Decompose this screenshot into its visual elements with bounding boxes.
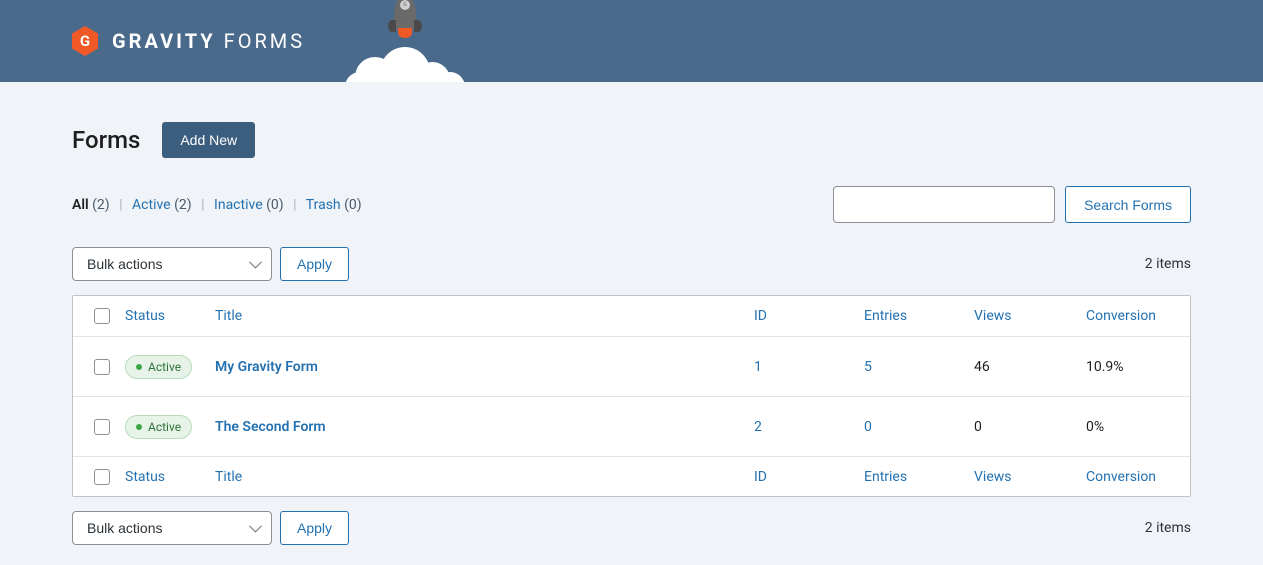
row-checkbox[interactable] — [94, 359, 110, 375]
apply-button-bottom[interactable]: Apply — [280, 511, 349, 545]
row-title[interactable]: My Gravity Form — [209, 359, 748, 375]
header-checkbox-cell — [85, 308, 119, 324]
row-entries[interactable]: 0 — [858, 419, 968, 435]
table-row: Active The Second Form 2 0 0 0% — [73, 396, 1190, 456]
add-new-button[interactable]: Add New — [162, 122, 255, 158]
select-all-checkbox[interactable] — [94, 308, 110, 324]
search-input[interactable] — [833, 186, 1055, 223]
header-conversion[interactable]: Conversion — [1080, 308, 1178, 324]
footer-id[interactable]: ID — [748, 469, 858, 485]
select-all-checkbox-footer[interactable] — [94, 469, 110, 485]
row-title[interactable]: The Second Form — [209, 419, 748, 435]
brand-logo-letter: G — [80, 32, 90, 50]
row-conversion: 10.9% — [1080, 359, 1178, 375]
search-button[interactable]: Search Forms — [1065, 186, 1191, 223]
brand: G GRAVITY FORMS — [72, 26, 305, 56]
bulk-group: Bulk actions Apply — [72, 247, 349, 281]
bulk-actions-select[interactable]: Bulk actions — [72, 247, 272, 281]
row-views: 0 — [968, 419, 1080, 435]
brand-text-light: FORMS — [216, 29, 305, 53]
table-row: Active My Gravity Form 1 5 46 10.9% — [73, 336, 1190, 396]
status-label: Active — [148, 360, 181, 374]
row-checkbox-cell — [85, 359, 119, 375]
header-title[interactable]: Title — [209, 308, 748, 324]
status-dot-icon — [136, 364, 142, 370]
filter-row: All (2) | Active (2) | Inactive (0) | Tr… — [72, 186, 1191, 223]
row-entries[interactable]: 5 — [858, 359, 968, 375]
content-area: Forms Add New All (2) | Active (2) | Ina… — [0, 82, 1263, 565]
row-checkbox-cell — [85, 419, 119, 435]
footer-checkbox-cell — [85, 469, 119, 485]
filter-tabs: All (2) | Active (2) | Inactive (0) | Tr… — [72, 197, 362, 213]
row-id[interactable]: 1 — [748, 359, 858, 375]
cloud-icon — [345, 47, 465, 82]
row-status-cell: Active — [119, 355, 209, 379]
tab-inactive[interactable]: Inactive (0) — [214, 197, 284, 213]
footer-title[interactable]: Title — [209, 469, 748, 485]
bulk-select-wrap: Bulk actions — [72, 511, 272, 545]
row-id[interactable]: 2 — [748, 419, 858, 435]
row-status-cell: Active — [119, 415, 209, 439]
status-badge[interactable]: Active — [125, 355, 192, 379]
banner-header: G GRAVITY FORMS G — [0, 0, 1263, 82]
forms-table: Status Title ID Entries Views Conversion… — [72, 295, 1191, 497]
status-dot-icon — [136, 424, 142, 430]
tab-active[interactable]: Active (2) — [132, 197, 192, 213]
table-footer-row: Status Title ID Entries Views Conversion — [73, 456, 1190, 496]
row-views: 46 — [968, 359, 1080, 375]
row-conversion: 0% — [1080, 419, 1178, 435]
brand-logo-icon: G — [72, 26, 98, 56]
footer-views[interactable]: Views — [968, 469, 1080, 485]
bulk-actions-select-bottom[interactable]: Bulk actions — [72, 511, 272, 545]
brand-text-bold: GRAVITY — [112, 29, 216, 53]
tab-separator: | — [201, 197, 204, 213]
rocket-icon: G — [390, 0, 420, 44]
items-count: 2 items — [1145, 256, 1191, 272]
items-count-bottom: 2 items — [1145, 520, 1191, 536]
tab-all[interactable]: All (2) — [72, 197, 110, 213]
rocket-illustration: G — [345, 0, 465, 82]
bulk-group: Bulk actions Apply — [72, 511, 349, 545]
tab-separator: | — [293, 197, 296, 213]
tab-separator: | — [119, 197, 122, 213]
brand-text: GRAVITY FORMS — [112, 29, 305, 53]
footer-status[interactable]: Status — [119, 469, 209, 485]
search-group: Search Forms — [833, 186, 1191, 223]
footer-entries[interactable]: Entries — [858, 469, 968, 485]
apply-button[interactable]: Apply — [280, 247, 349, 281]
tab-trash[interactable]: Trash (0) — [306, 197, 362, 213]
status-label: Active — [148, 420, 181, 434]
bulk-row-top: Bulk actions Apply 2 items — [72, 247, 1191, 281]
header-id[interactable]: ID — [748, 308, 858, 324]
page-title: Forms — [72, 126, 140, 154]
title-row: Forms Add New — [72, 122, 1191, 158]
bulk-select-wrap: Bulk actions — [72, 247, 272, 281]
header-entries[interactable]: Entries — [858, 308, 968, 324]
status-badge[interactable]: Active — [125, 415, 192, 439]
footer-conversion[interactable]: Conversion — [1080, 469, 1178, 485]
header-views[interactable]: Views — [968, 308, 1080, 324]
table-header-row: Status Title ID Entries Views Conversion — [73, 296, 1190, 336]
header-status[interactable]: Status — [119, 308, 209, 324]
row-checkbox[interactable] — [94, 419, 110, 435]
bulk-row-bottom: Bulk actions Apply 2 items — [72, 511, 1191, 545]
